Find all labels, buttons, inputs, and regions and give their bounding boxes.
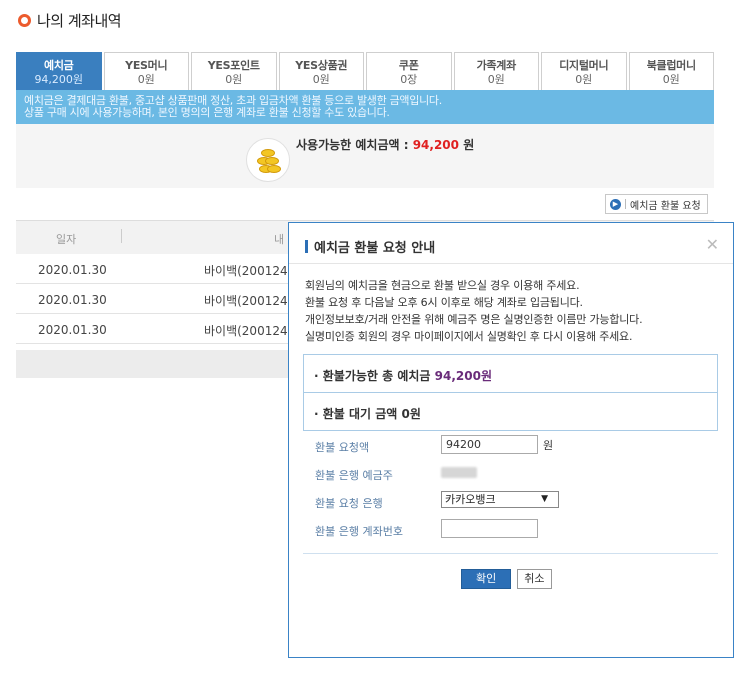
- account-number-input[interactable]: [441, 519, 538, 538]
- refund-amount-input[interactable]: [441, 435, 538, 454]
- tab-yes-point[interactable]: YES포인트 0원: [191, 52, 277, 90]
- refund-form: 환불 요청액 원 환불 은행 예금주 환불 요청 은행 카카오뱅크▼ 환불 은행…: [315, 435, 715, 547]
- pending-amount: · 환불 대기 금액 0원: [303, 392, 718, 431]
- bank-select[interactable]: 카카오뱅크 ▼: [441, 491, 559, 508]
- balance-panel: 사용가능한 예치금액 : 94,200 원: [16, 124, 714, 188]
- modal-title: 예치금 환불 요청 안내: [305, 237, 435, 256]
- page-title: 나의 계좌내역: [18, 10, 122, 31]
- tab-bookclub-money[interactable]: 북클럽머니 0원: [628, 52, 714, 90]
- arrow-circle-icon: ▶: [610, 198, 621, 210]
- deposit-notice: 예치금은 결제대금 환불, 중고샵 상품판매 정산, 초과 입금차액 환불 등으…: [16, 90, 714, 124]
- cancel-button[interactable]: 취소: [517, 569, 552, 589]
- bank-label: 환불 요청 은행: [315, 497, 383, 510]
- account-tabs: 예치금 94,200원 YES머니 0원 YES포인트 0원 YES상품권 0원 쿠폰 0…: [16, 52, 714, 90]
- notice-line: 상품 구매 시에 사용가능하며, 본인 명의의 은행 계좌로 환불 신청할 수도…: [24, 106, 390, 119]
- tab-deposit[interactable]: 예치금 94,200원: [16, 52, 102, 90]
- tab-digital-money[interactable]: 디지털머니 0원: [541, 52, 627, 90]
- confirm-button[interactable]: 확인: [461, 569, 512, 589]
- modal-description: 회원님의 예치금을 현금으로 환불 받으실 경우 이용해 주세요. 환불 요청 …: [305, 279, 643, 343]
- tab-coupon[interactable]: 쿠폰 0장: [366, 52, 452, 90]
- tab-yes-money[interactable]: YES머니 0원: [103, 52, 189, 90]
- available-balance: 사용가능한 예치금액 : 94,200 원: [296, 138, 475, 152]
- title-circle-icon: [18, 14, 31, 27]
- dropdown-arrow-icon: ▼: [541, 494, 548, 504]
- col-date: 일자: [56, 233, 77, 246]
- amount-label: 환불 요청액: [315, 441, 370, 454]
- refund-request-button[interactable]: ▶ 예치금 환불 요청: [605, 194, 708, 214]
- refund-modal: 예치금 환불 요청 안내 ✕ 회원님의 예치금을 현금으로 환불 받으실 경우 …: [288, 222, 734, 658]
- coin-icon: [246, 138, 290, 182]
- col-desc: 내: [274, 233, 285, 246]
- holder-label: 환불 은행 예금주: [315, 469, 393, 482]
- close-icon[interactable]: ✕: [706, 235, 719, 254]
- refundable-total: · 환불가능한 총 예치금 94,200원: [303, 354, 718, 393]
- tab-yes-gift-card[interactable]: YES상품권 0원: [278, 52, 364, 90]
- masked-account-holder: [441, 467, 477, 478]
- account-number-label: 환불 은행 계좌번호: [315, 525, 403, 538]
- tab-family-account[interactable]: 가족계좌 0원: [453, 52, 539, 90]
